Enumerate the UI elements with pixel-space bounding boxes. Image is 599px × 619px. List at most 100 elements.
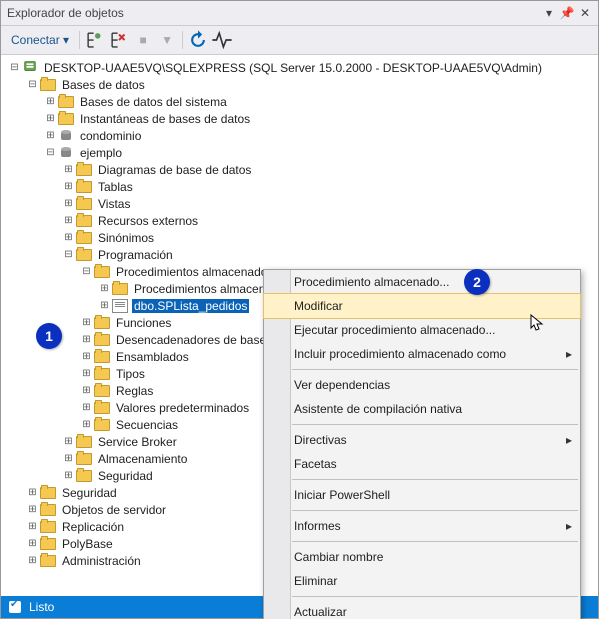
refresh-icon[interactable] xyxy=(187,29,209,51)
folder-icon xyxy=(40,520,56,534)
menu-item[interactable]: Incluir procedimiento almacenado como xyxy=(264,342,580,366)
expand-icon[interactable] xyxy=(45,96,56,107)
tree-node-label: Vistas xyxy=(96,197,132,211)
menu-item[interactable]: Directivas xyxy=(264,428,580,452)
expand-icon[interactable] xyxy=(99,283,110,294)
menu-item[interactable]: Ejecutar procedimiento almacenado... xyxy=(264,318,580,342)
menu-item-label: Informes xyxy=(294,519,341,533)
expand-icon[interactable] xyxy=(81,351,92,362)
menu-item-label: Ver dependencias xyxy=(294,378,390,392)
expand-icon[interactable] xyxy=(27,504,38,515)
expand-icon[interactable] xyxy=(63,215,74,226)
expand-icon[interactable] xyxy=(27,521,38,532)
menu-item-label: Modificar xyxy=(294,299,343,313)
expand-icon[interactable] xyxy=(63,164,74,175)
close-icon[interactable]: ✕ xyxy=(578,6,592,20)
activity-icon[interactable] xyxy=(211,29,233,51)
folder-icon xyxy=(40,554,56,568)
expand-icon[interactable] xyxy=(63,198,74,209)
expand-icon[interactable] xyxy=(81,368,92,379)
tree-node[interactable]: Bases de datos xyxy=(1,76,598,93)
expand-icon[interactable] xyxy=(45,130,56,141)
dropdown-icon[interactable]: ▾ xyxy=(542,6,556,20)
tree-node-label: PolyBase xyxy=(60,537,115,551)
tree-node-label: dbo.SPLista_pedidos xyxy=(132,299,249,313)
expand-icon[interactable] xyxy=(63,470,74,481)
expand-icon[interactable] xyxy=(27,538,38,549)
context-menu: Procedimiento almacenado... Modificar Ejec… xyxy=(263,269,581,619)
expand-icon[interactable] xyxy=(81,385,92,396)
expand-icon[interactable] xyxy=(81,402,92,413)
filter-icon[interactable]: ▼ xyxy=(156,29,178,51)
expand-icon[interactable] xyxy=(27,487,38,498)
tree-node-label: Almacenamiento xyxy=(96,452,189,466)
separator xyxy=(182,31,183,49)
tree-node[interactable]: Vistas xyxy=(1,195,598,212)
tree-node[interactable]: Sinónimos xyxy=(1,229,598,246)
menu-item[interactable]: Facetas xyxy=(264,452,580,476)
tree-node[interactable]: condominio xyxy=(1,127,598,144)
folder-icon xyxy=(94,401,110,415)
stop-icon[interactable]: ■ xyxy=(132,29,154,51)
menu-separator xyxy=(292,424,578,425)
menu-item[interactable]: Procedimiento almacenado... xyxy=(264,270,580,294)
tree-node[interactable]: DESKTOP-UAAE5VQ\SQLEXPRESS (SQL Server 1… xyxy=(1,59,598,76)
tree-node-label: condominio xyxy=(78,129,143,143)
menu-item[interactable]: Actualizar xyxy=(264,600,580,619)
folder-icon xyxy=(40,503,56,517)
titlebar-controls: ▾ 📌 ✕ xyxy=(542,6,592,20)
collapse-icon[interactable] xyxy=(81,266,92,277)
tree-node-label: Sinónimos xyxy=(96,231,156,245)
expand-icon[interactable] xyxy=(81,419,92,430)
tree-node-label: Procedimientos almacenados xyxy=(114,265,275,279)
menu-item[interactable]: Eliminar xyxy=(264,569,580,593)
collapse-icon[interactable] xyxy=(63,249,74,260)
menu-item[interactable]: Asistente de compilación nativa xyxy=(264,397,580,421)
expand-icon[interactable] xyxy=(63,453,74,464)
tree-node[interactable]: Tablas xyxy=(1,178,598,195)
expand-icon[interactable] xyxy=(81,317,92,328)
collapse-icon[interactable] xyxy=(9,62,20,73)
pin-icon[interactable]: 📌 xyxy=(560,6,574,20)
db-icon xyxy=(58,129,74,143)
tree-node[interactable]: Diagramas de base de datos xyxy=(1,161,598,178)
separator xyxy=(79,31,80,49)
tree-node-label: Diagramas de base de datos xyxy=(96,163,253,177)
tree-node-label: Bases de datos del sistema xyxy=(78,95,229,109)
expand-icon[interactable] xyxy=(63,181,74,192)
tree-node[interactable]: Programación xyxy=(1,246,598,263)
tree-node-label: Objetos de servidor xyxy=(60,503,168,517)
connect-button[interactable]: Conectar ▾ xyxy=(5,31,75,49)
connect-icon[interactable] xyxy=(84,29,106,51)
ready-icon xyxy=(9,601,21,613)
folder-icon xyxy=(76,214,92,228)
tree-node-label: Reglas xyxy=(114,384,155,398)
folder-icon xyxy=(94,418,110,432)
menu-item-label: Iniciar PowerShell xyxy=(294,488,390,502)
menu-item[interactable]: Informes xyxy=(264,514,580,538)
menu-item[interactable]: Cambiar nombre xyxy=(264,545,580,569)
menu-item-label: Cambiar nombre xyxy=(294,550,383,564)
menu-item[interactable]: Iniciar PowerShell xyxy=(264,483,580,507)
tree-node-label: Instantáneas de bases de datos xyxy=(78,112,252,126)
tree-node[interactable]: Bases de datos del sistema xyxy=(1,93,598,110)
expand-icon[interactable] xyxy=(45,113,56,124)
expand-icon[interactable] xyxy=(99,300,110,311)
callout-2: 2 xyxy=(464,269,490,295)
tree-node[interactable]: ejemplo xyxy=(1,144,598,161)
folder-icon xyxy=(58,95,74,109)
collapse-icon[interactable] xyxy=(27,79,38,90)
tree-node[interactable]: Recursos externos xyxy=(1,212,598,229)
expand-icon[interactable] xyxy=(81,334,92,345)
disconnect-icon[interactable] xyxy=(108,29,130,51)
expand-icon[interactable] xyxy=(63,436,74,447)
tree-node[interactable]: Instantáneas de bases de datos xyxy=(1,110,598,127)
menu-item[interactable]: Modificar xyxy=(263,293,581,319)
collapse-icon[interactable] xyxy=(45,147,56,158)
menu-separator xyxy=(292,541,578,542)
menu-item[interactable]: Ver dependencias xyxy=(264,373,580,397)
tree-node-label: Programación xyxy=(96,248,175,262)
expand-icon[interactable] xyxy=(63,232,74,243)
expand-icon[interactable] xyxy=(27,555,38,566)
menu-item-label: Procedimiento almacenado... xyxy=(294,275,449,289)
